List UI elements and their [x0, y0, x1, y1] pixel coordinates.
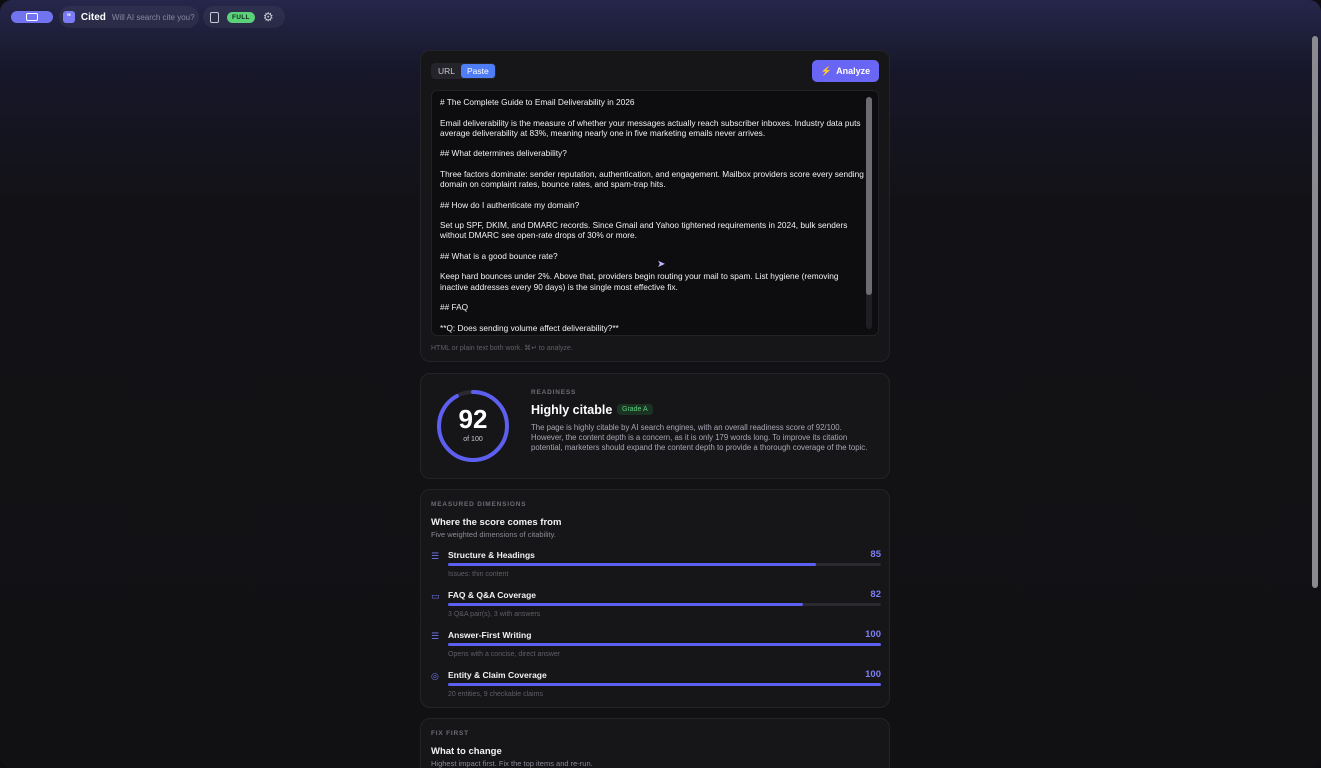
readiness-eyebrow: READINESS — [531, 389, 577, 396]
dimension-score: 100 — [865, 669, 881, 680]
dimensions-title: Where the score comes from — [431, 517, 562, 528]
list-icon: ☰ — [431, 631, 440, 641]
dimension-note: 20 entities, 9 checkable claims — [448, 691, 543, 698]
content-text: # The Complete Guide to Email Deliverabi… — [440, 97, 864, 333]
dimensions-card: MEASURED DIMENSIONS Where the score come… — [420, 489, 890, 708]
content-textarea[interactable]: # The Complete Guide to Email Deliverabi… — [431, 90, 879, 336]
mode-badge[interactable]: FULL — [227, 11, 255, 23]
dimension-label: Answer-First Writing — [448, 630, 532, 640]
dimensions-subtitle: Five weighted dimensions of citability. — [431, 530, 556, 539]
dimension-bar — [448, 563, 881, 566]
bolt-icon: ⚡ — [820, 65, 833, 76]
dimension-row: ◎ Entity & Claim Coverage 100 20 entitie… — [431, 669, 881, 703]
toolbar: FULL ⚙ — [203, 6, 285, 28]
dimension-bar-fill — [448, 603, 804, 606]
analyze-button[interactable]: ⚡ Analyze — [812, 60, 879, 82]
dimension-note: Issues: thin content — [448, 571, 509, 578]
analyze-label: Analyze — [836, 66, 871, 76]
dimension-note: 3 Q&A pair(s), 3 with answers — [448, 611, 541, 618]
dimension-score: 100 — [865, 629, 881, 640]
grade-badge: Grade A — [617, 404, 653, 415]
dimension-bar — [448, 683, 881, 686]
brand[interactable]: " Cited Will AI search cite you? — [59, 6, 199, 28]
dimension-note: Opens with a concise, direct answer — [448, 651, 561, 658]
fix-eyebrow: FIX FIRST — [431, 730, 469, 737]
dimension-label: Structure & Headings — [448, 550, 535, 560]
readiness-card: 92 of 100 READINESS Highly citable Grade… — [420, 373, 890, 479]
dimension-score: 85 — [870, 549, 881, 560]
dimension-bar-fill — [448, 683, 881, 686]
dimension-bar-fill — [448, 643, 881, 646]
brand-tagline: Will AI search cite you? — [111, 12, 195, 22]
dimensions-eyebrow: MEASURED DIMENSIONS — [431, 501, 527, 508]
fix-subtitle: Highest impact first. Fix the top items … — [431, 759, 593, 768]
app-window: " Cited Will AI search cite you? FULL ⚙ … — [0, 0, 1321, 768]
input-hint: HTML or plain text both work. ⌘↵ to anal… — [431, 345, 573, 352]
readiness-description: The page is highly citable by AI search … — [531, 423, 868, 453]
page-scrollbar[interactable] — [1311, 34, 1319, 768]
readiness-score-sub: of 100 — [463, 436, 483, 443]
top-bar: " Cited Will AI search cite you? FULL ⚙ — [0, 0, 1321, 34]
chat-icon: ▭ — [431, 591, 440, 601]
tab-paste[interactable]: Paste — [461, 64, 495, 78]
dimension-label: FAQ & Q&A Coverage — [448, 590, 537, 600]
dimension-row: ▭ FAQ & Q&A Coverage 82 3 Q&A pair(s), 3… — [431, 589, 881, 623]
check-circle-icon: ◎ — [431, 671, 439, 681]
input-card: URL Paste ⚡ Analyze # The Complete Guide… — [420, 50, 890, 362]
app-toggle-icon — [26, 13, 38, 21]
tab-url[interactable]: URL — [432, 64, 461, 78]
dimension-row: ☰ Structure & Headings 85 Issues: thin c… — [431, 549, 881, 583]
fix-card: FIX FIRST What to change Highest impact … — [420, 718, 890, 768]
app-toggle-button[interactable] — [11, 11, 53, 23]
editor-scroll-thumb[interactable] — [866, 97, 872, 295]
book-icon[interactable] — [210, 11, 219, 23]
dimension-bar — [448, 643, 881, 646]
fix-title: What to change — [431, 746, 502, 757]
editor-scrollbar[interactable] — [866, 97, 872, 329]
mouse-cursor-icon: ➤ — [657, 259, 666, 270]
quote-logo-icon: " — [63, 11, 75, 23]
readiness-title: Highly citable — [531, 403, 613, 417]
page-scroll-thumb[interactable] — [1312, 36, 1318, 588]
input-mode-tabs: URL Paste — [431, 63, 496, 79]
dimension-row: ☰ Answer-First Writing 100 Opens with a … — [431, 629, 881, 663]
dimension-label: Entity & Claim Coverage — [448, 670, 547, 680]
dimension-bar — [448, 603, 881, 606]
gear-icon[interactable]: ⚙ — [263, 11, 274, 23]
dimension-score: 82 — [870, 589, 881, 600]
readiness-score: 92 — [458, 404, 488, 434]
list-icon: ☰ — [431, 551, 440, 561]
dimension-bar-fill — [448, 563, 817, 566]
brand-name: Cited — [80, 11, 106, 23]
